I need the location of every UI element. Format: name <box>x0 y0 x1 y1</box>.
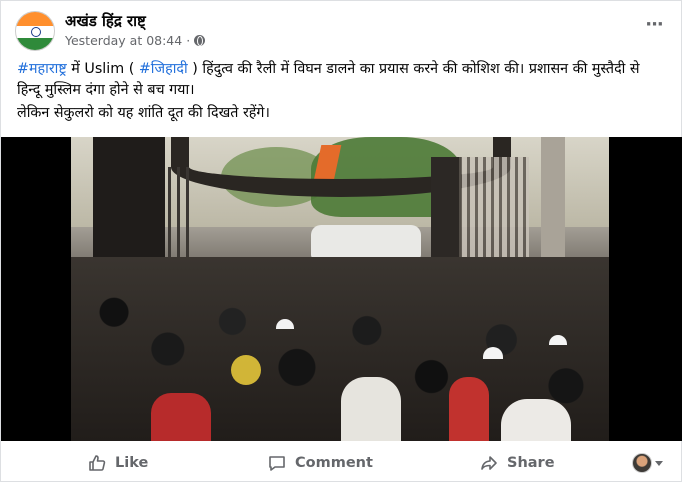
chakra-icon <box>31 27 41 37</box>
meta-separator: · <box>186 33 191 48</box>
post-header: अखंड हिंद्र राष्ट् Yesterday at 08:44 · … <box>15 9 669 55</box>
like-button[interactable]: Like <box>87 449 148 477</box>
chevron-down-icon <box>655 460 663 466</box>
video-person <box>151 393 211 441</box>
hashtag-jihadi[interactable]: #जिहादी <box>139 61 188 77</box>
more-options-icon[interactable]: ··· <box>641 15 667 41</box>
post-actions-bar: Like Comment Share <box>11 445 673 479</box>
comment-bubble-icon <box>269 456 285 471</box>
share-arrow-icon <box>481 456 497 470</box>
share-button[interactable]: Share <box>479 449 555 477</box>
facebook-post: अखंड हिंद्र राष्ट् Yesterday at 08:44 · … <box>0 0 682 482</box>
post-text: #महाराष्ट्र में Uslim ( #जिहादी ) हिंदुत… <box>17 59 657 124</box>
post-text-line-1: #महाराष्ट्र में Uslim ( #जिहादी ) हिंदुत… <box>17 59 657 101</box>
thumbs-up-icon <box>89 455 106 471</box>
flag-saffron-band <box>16 12 54 26</box>
post-meta: Yesterday at 08:44 · <box>65 33 206 48</box>
post-timestamp[interactable]: Yesterday at 08:44 <box>65 33 182 48</box>
video-car <box>311 225 421 259</box>
post-video[interactable] <box>1 137 682 441</box>
page-avatar[interactable] <box>15 11 55 51</box>
share-label: Share <box>507 455 555 471</box>
post-text-segment-1: में Uslim ( <box>66 61 139 77</box>
video-frame[interactable] <box>71 137 609 441</box>
profile-selector[interactable] <box>632 451 663 475</box>
hashtag-maharashtra[interactable]: #महाराष्ट्र <box>17 61 67 77</box>
video-person <box>231 355 261 385</box>
video-person <box>341 377 401 441</box>
comment-label: Comment <box>295 455 373 471</box>
like-label: Like <box>115 455 149 471</box>
post-text-line-2: लेकिन सेकुलरो को यह शांति दूत की दिखते र… <box>17 105 270 121</box>
flag-green-band <box>16 38 54 50</box>
video-person <box>449 377 489 441</box>
user-avatar <box>632 453 652 473</box>
video-person <box>501 399 571 441</box>
comment-button[interactable]: Comment <box>267 449 373 477</box>
globe-icon[interactable] <box>194 35 206 46</box>
page-name[interactable]: अखंड हिंद्र राष्ट् <box>65 11 146 31</box>
